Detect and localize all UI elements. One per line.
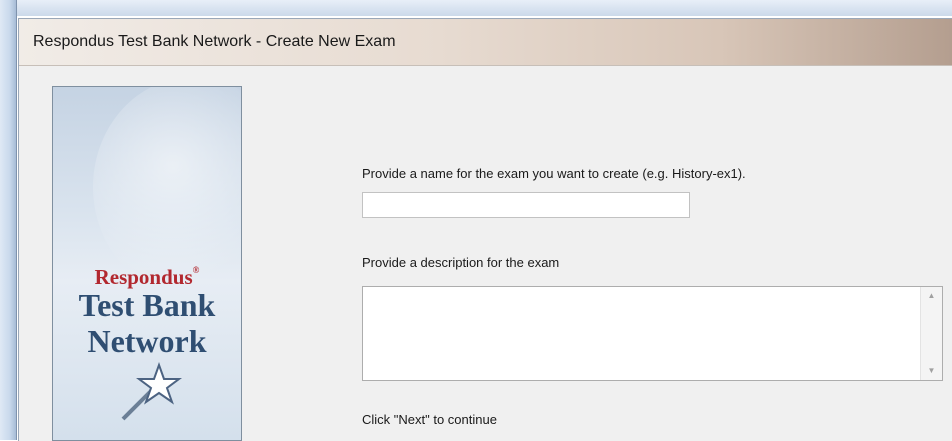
dialog-content: Respondus® Test Bank Network Provide a n… xyxy=(19,66,952,441)
magic-wand-star-icon xyxy=(121,362,182,421)
exam-name-input[interactable] xyxy=(362,192,690,218)
registered-mark: ® xyxy=(192,265,200,275)
respondus-banner: Respondus® Test Bank Network xyxy=(52,86,242,441)
window-frame-top xyxy=(0,0,952,16)
window-frame-left xyxy=(0,0,17,440)
scroll-down-arrow-icon[interactable]: ▼ xyxy=(921,362,942,380)
exam-description-input[interactable] xyxy=(363,287,921,380)
create-new-exam-dialog: Respondus Test Bank Network - Create New… xyxy=(18,18,952,441)
exam-name-label: Provide a name for the exam you want to … xyxy=(362,166,746,181)
exam-description-label: Provide a description for the exam xyxy=(362,255,560,270)
window-title: Respondus Test Bank Network - Create New… xyxy=(33,33,396,50)
exam-description-field[interactable]: ▲ ▼ xyxy=(362,286,943,381)
product-name-line2: Network xyxy=(87,323,207,359)
title-bar[interactable]: Respondus Test Bank Network - Create New… xyxy=(19,19,952,66)
description-scrollbar[interactable]: ▲ ▼ xyxy=(920,287,942,380)
continue-hint: Click "Next" to continue xyxy=(362,412,497,427)
scroll-up-arrow-icon[interactable]: ▲ xyxy=(921,287,942,305)
product-name-line1: Test Bank xyxy=(78,287,216,323)
